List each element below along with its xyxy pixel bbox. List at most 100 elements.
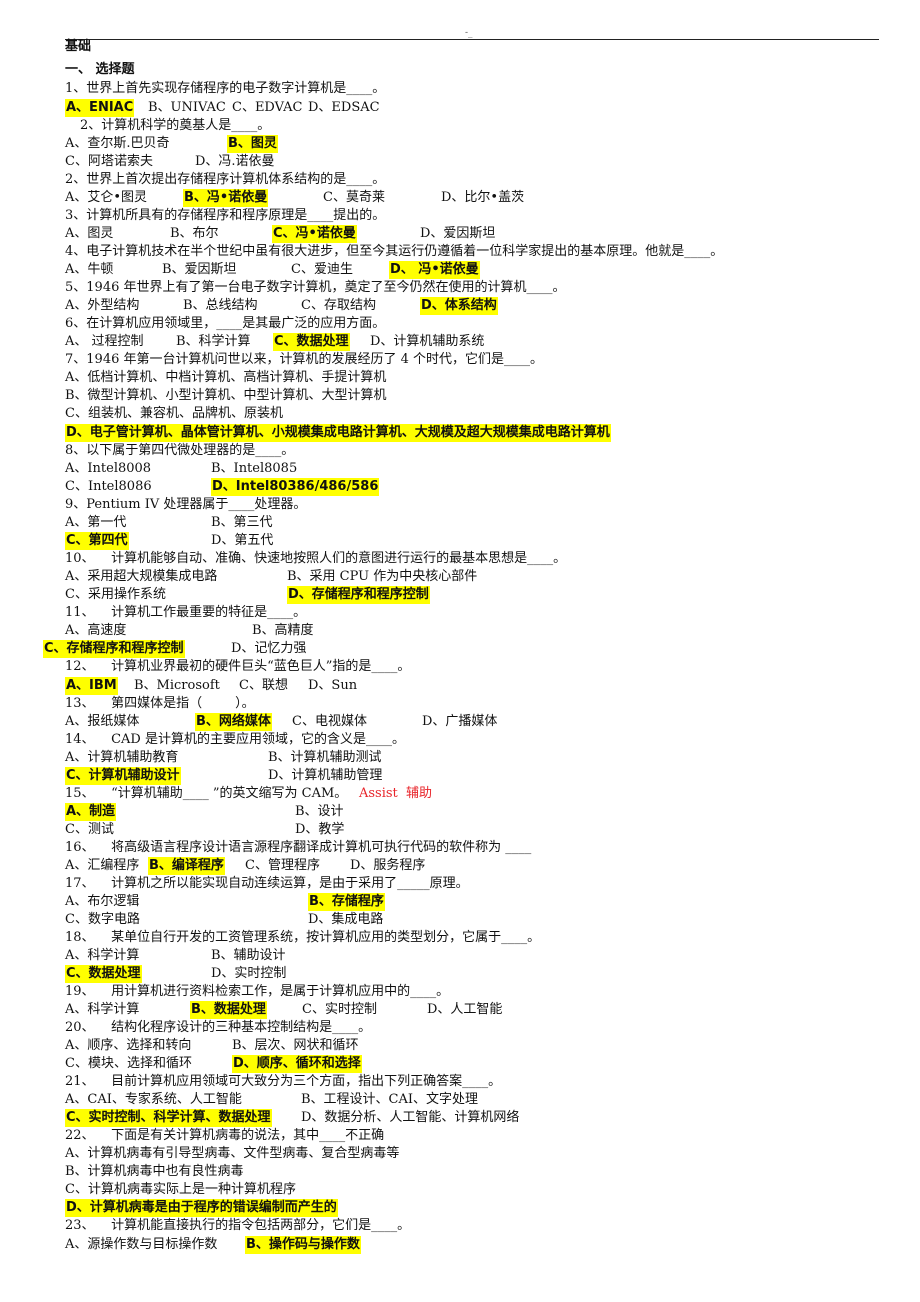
text-segment: C、莫奇莱 (323, 190, 385, 205)
answer-highlight: D、存储程序和程序控制 (287, 586, 430, 604)
document-title: 基础 (65, 39, 92, 54)
text-segment: C、EDVAC (232, 100, 303, 115)
text-segment: C、电视媒体 (292, 714, 367, 729)
text-segment: 23、 计算机能直接执行的指令包括两部分，它们是____。 (65, 1218, 411, 1233)
text-segment: D、爱因斯坦 (420, 226, 496, 241)
text-segment: A、低档计算机、中档计算机、高档计算机、手提计算机 (65, 370, 387, 385)
text-segment: A、艾仑•图灵 (65, 190, 148, 205)
text-segment: 13、 第四媒体是指（ ）。 (65, 696, 255, 711)
text-segment: C、存取结构 (301, 298, 376, 313)
text-segment: 17、 计算机之所以能实现自动连续运算，是由于采用了_____原理。 (65, 876, 469, 891)
text-segment: A、第一代 (65, 515, 127, 530)
text-segment: A、查尔斯.巴贝奇 (65, 136, 170, 151)
text-segment: 7、1946 年第一台计算机问世以来，计算机的发展经历了 4 个时代，它们是__… (65, 352, 544, 367)
text-segment: A、科学计算 (65, 1002, 140, 1017)
text-segment: C、爱迪生 (291, 262, 353, 277)
answer-highlight: A、制造 (65, 803, 117, 821)
text-segment: 20、 结构化程序设计的三种基本控制结构是____。 (65, 1020, 372, 1035)
text-segment: D、冯.诺依曼 (195, 154, 275, 169)
text-segment: A、布尔逻辑 (65, 894, 140, 909)
text-segment: A、科学计算 (65, 948, 140, 963)
text-segment: A、汇编程序 (65, 858, 140, 873)
text-segment: 4、电子计算机技术在半个世纪中虽有很大进步，但至今其运行仍遵循着一位科学家提出的… (65, 244, 724, 259)
text-segment: 2、计算机科学的奠基人是____。 (80, 118, 271, 133)
text-segment: B、爱因斯坦 (162, 262, 237, 277)
text-segment: 21、 目前计算机应用领域可大致分为三个方面，指出下列正确答案____。 (65, 1074, 502, 1089)
text-segment: B、高精度 (252, 623, 314, 638)
text-segment: B、第三代 (211, 515, 273, 530)
text-segment: A、CAI、专家系统、人工智能 (65, 1092, 242, 1107)
answer-highlight: B、网络媒体 (195, 713, 272, 731)
text-segment: A、外型结构 (65, 298, 140, 313)
text-segment: C、Intel8086 (65, 479, 152, 494)
answer-highlight: A、IBM (65, 677, 118, 695)
text-segment: B、计算机病毒中也有良性病毒 (65, 1164, 244, 1179)
text-segment: C、管理程序 (245, 858, 320, 873)
text-segment: A、Intel8008 (65, 461, 152, 476)
text-segment: B、布尔 (170, 226, 219, 241)
text-segment: 19、 用计算机进行资料检索工作，是属于计算机应用中的____。 (65, 984, 450, 999)
annotation-note: Assist 辅助 (359, 786, 433, 801)
answer-highlight: B、编译程序 (148, 857, 225, 875)
text-segment: D、Sun (308, 678, 358, 693)
text-segment: B、微型计算机、小型计算机、中型计算机、大型计算机 (65, 388, 387, 403)
text-segment: 18、 某单位自行开发的工资管理系统，按计算机应用的类型划分，它属于____。 (65, 930, 541, 945)
answer-highlight: D、体系结构 (420, 297, 498, 315)
text-segment: 12、 计算机业界最初的硬件巨头“蓝色巨人”指的是____。 (65, 659, 411, 674)
text-segment: B、Microsoft (134, 678, 220, 693)
text-segment: B、UNIVAC (148, 100, 226, 115)
text-segment: D、实时控制 (211, 966, 287, 981)
text-segment: 5、1946 年世界上有了第一台电子数字计算机，奠定了至今仍然在使用的计算机__… (65, 280, 566, 295)
text-segment: C、数字电路 (65, 912, 140, 927)
text-segment: 15、 “计算机辅助____ ”的英文缩写为 CAM。 (65, 786, 348, 801)
answer-highlight: D、计算机病毒是由于程序的错误编制而产生的 (65, 1199, 338, 1217)
answer-highlight: C、存储程序和程序控制 (43, 640, 185, 658)
answer-highlight: B、冯•诺依曼 (183, 189, 269, 207)
text-segment: 2、世界上首次提出存储程序计算机体系结构的是____。 (65, 172, 386, 187)
answer-highlight: B、图灵 (227, 135, 278, 153)
text-segment: 11、 计算机工作最重要的特征是____。 (65, 605, 307, 620)
text-segment: 22、 下面是有关计算机病毒的说法，其中____不正确 (65, 1128, 385, 1143)
text-segment: C、采用操作系统 (65, 587, 166, 602)
text-segment: D、人工智能 (427, 1002, 503, 1017)
text-segment: D、数据分析、人工智能、计算机网络 (301, 1110, 520, 1125)
text-segment: B、工程设计、CAI、文字处理 (301, 1092, 479, 1107)
text-segment: A、采用超大规模集成电路 (65, 569, 218, 584)
text-segment: D、教学 (295, 822, 345, 837)
text-segment: B、Intel8085 (211, 461, 298, 476)
text-segment: D、计算机辅助系统 (370, 334, 485, 349)
answer-highlight: D、电子管计算机、晶体管计算机、小规模集成电路计算机、大规模及超大规模集成电路计… (65, 424, 611, 442)
text-segment: A、计算机辅助教育 (65, 750, 179, 765)
text-segment: D、计算机辅助管理 (268, 768, 383, 783)
answer-highlight: B、数据处理 (190, 1001, 267, 1019)
text-segment: D、记忆力强 (231, 641, 307, 656)
text-segment: C、模块、选择和循环 (65, 1056, 192, 1071)
text-segment: C、联想 (239, 678, 288, 693)
answer-highlight: B、操作码与操作数 (245, 1236, 361, 1254)
text-segment: D、集成电路 (308, 912, 384, 927)
text-segment: B、科学计算 (176, 334, 251, 349)
text-segment: B、计算机辅助测试 (268, 750, 382, 765)
answer-highlight: C、第四代 (65, 532, 129, 550)
text-segment: D、EDSAC (308, 100, 380, 115)
answer-highlight: B、存储程序 (308, 893, 385, 911)
answer-highlight: C、计算机辅助设计 (65, 767, 181, 785)
header-rule (65, 39, 879, 40)
text-segment: C、阿塔诺索夫 (65, 154, 153, 169)
text-segment: A、图灵 (65, 226, 114, 241)
text-segment: A、牛顿 (65, 262, 114, 277)
answer-highlight: C、数据处理 (65, 965, 142, 983)
text-segment: C、测试 (65, 822, 114, 837)
text-segment: A、顺序、选择和转向 (65, 1038, 192, 1053)
text-segment: B、总线结构 (183, 298, 258, 313)
answer-highlight: D、顺序、循环和选择 (232, 1055, 362, 1073)
text-segment: A、高速度 (65, 623, 127, 638)
text-segment: 8、以下属于第四代微处理器的是____。 (65, 443, 295, 458)
text-segment: B、采用 CPU 作为中央核心部件 (287, 569, 478, 584)
answer-highlight: C、实时控制、科学计算、数据处理 (65, 1109, 272, 1127)
answer-highlight: C、数据处理 (273, 333, 350, 351)
answer-highlight: A、ENIAC (65, 99, 135, 117)
text-segment: 1、世界上首先实现存储程序的电子数字计算机是____。 (65, 81, 386, 96)
text-segment: C、组装机、兼容机、品牌机、原装机 (65, 406, 283, 421)
answer-highlight: D、 冯•诺依曼 (389, 261, 480, 279)
